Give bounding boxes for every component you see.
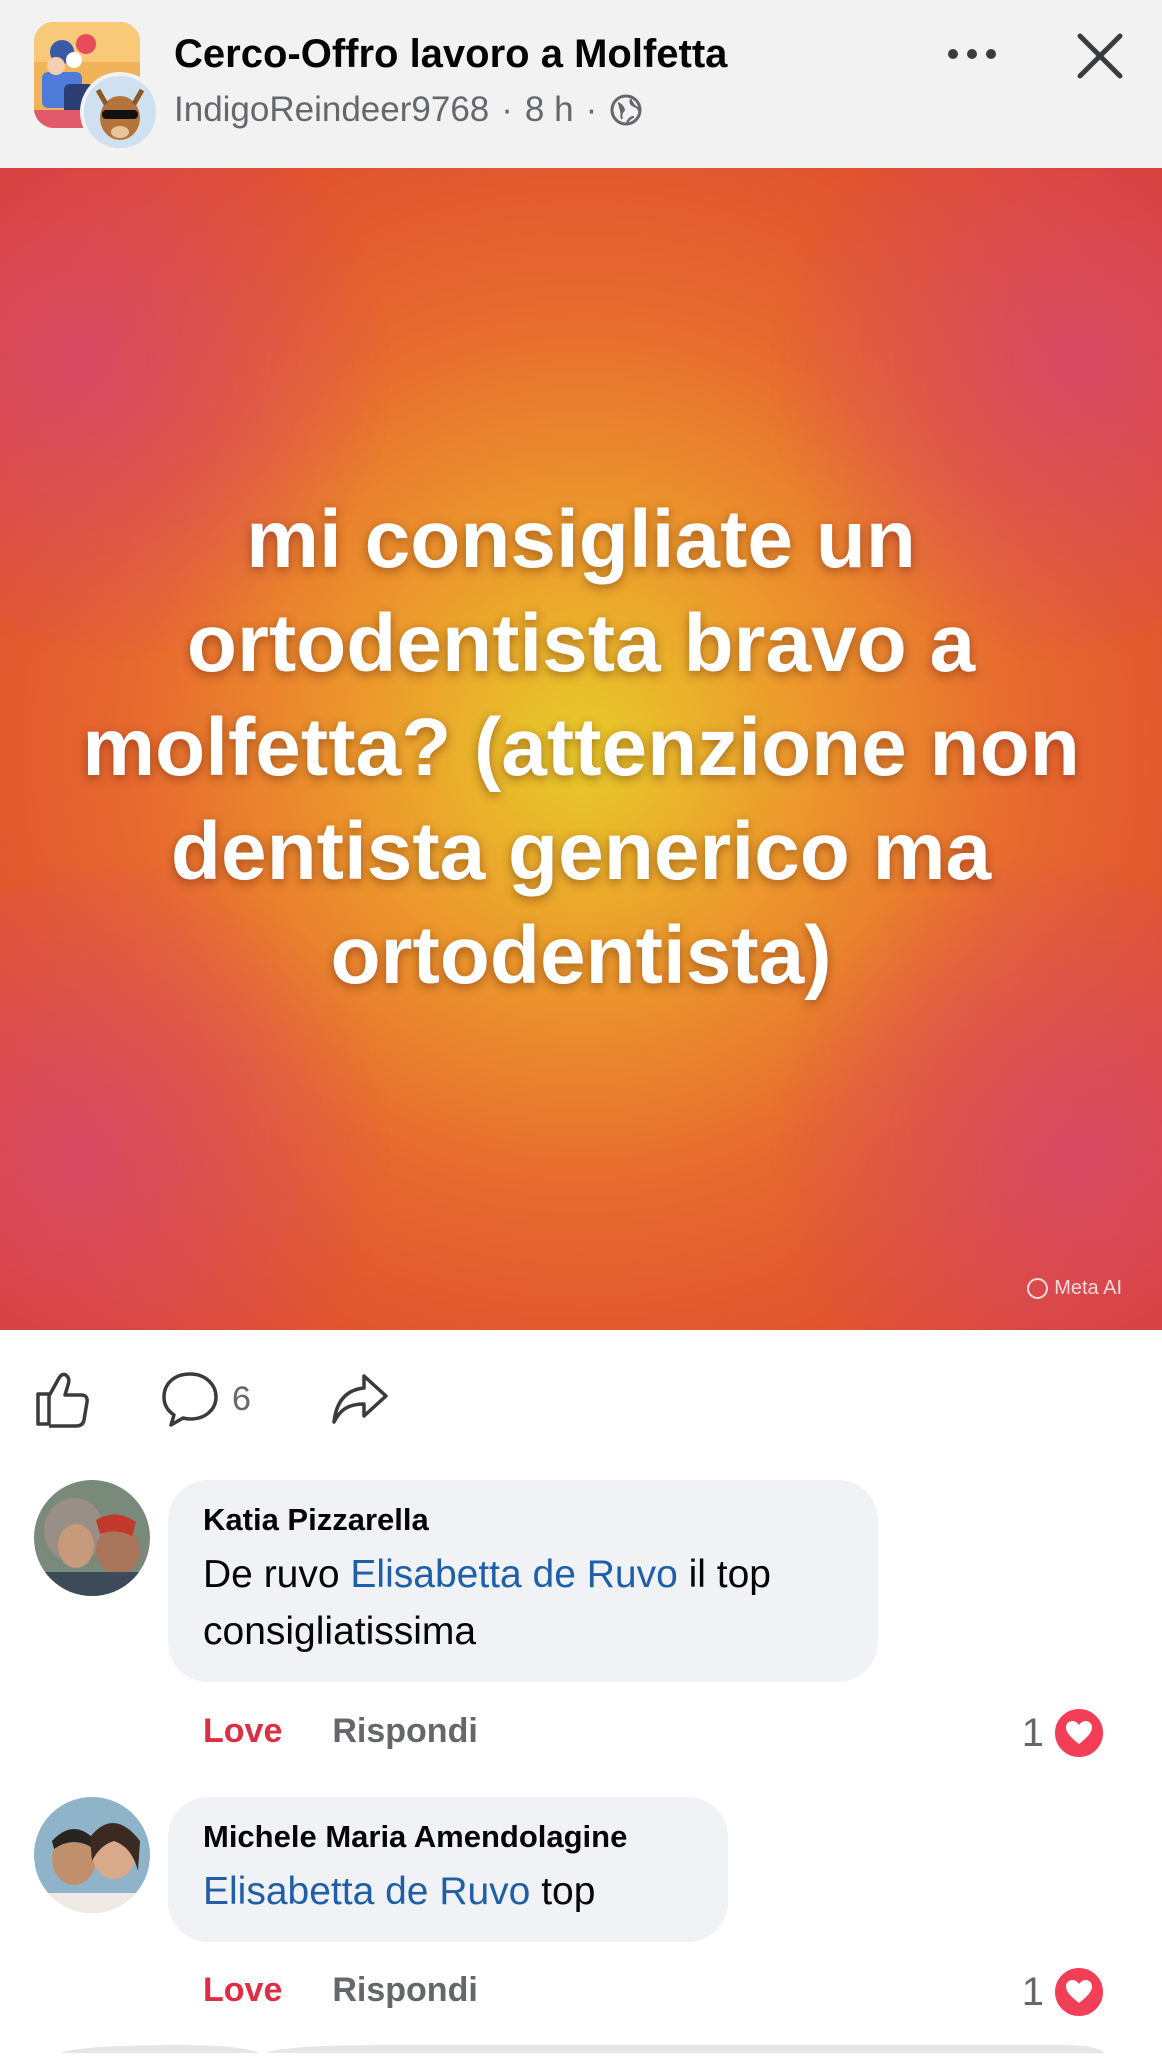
post-actions: 6 (0, 1330, 1162, 1460)
commenter-avatar[interactable] (34, 1797, 150, 1913)
post-meta: IndigoReindeer9768 · 8 h · (174, 90, 643, 130)
heart-icon (1052, 1706, 1106, 1760)
comment-text-after: top (530, 1870, 596, 1913)
reaction-summary[interactable]: 1 (1022, 1706, 1106, 1760)
reaction-count: 1 (1021, 1969, 1044, 2014)
meta-ai-icon (1027, 1278, 1049, 1299)
like-button[interactable] (34, 1370, 92, 1428)
author-avatar[interactable] (80, 72, 160, 152)
more-horizontal-icon (948, 49, 996, 59)
meta-separator: · (585, 90, 598, 129)
close-icon (1077, 33, 1123, 79)
commenter-avatar[interactable] (34, 1480, 150, 1596)
next-comment-edge (0, 2040, 1162, 2053)
love-reaction-button[interactable]: Love (203, 1971, 282, 2010)
meta-ai-label: Meta AI (1054, 1277, 1122, 1299)
globe-icon (609, 93, 643, 127)
commenter-name[interactable]: Michele Maria Amendolagine (203, 1819, 692, 1855)
comment-bubble-icon (162, 1372, 218, 1427)
comment-actions: Love Rispondi (203, 1971, 478, 2010)
reply-button[interactable]: Rispondi (332, 1712, 477, 1751)
commenter-name[interactable]: Katia Pizzarella (203, 1502, 842, 1538)
share-arrow-icon (332, 1374, 388, 1424)
comment-bubble: Michele Maria Amendolagine Elisabetta de… (168, 1797, 728, 1942)
love-reaction-button[interactable]: Love (203, 1712, 282, 1751)
comment-bubble: Katia Pizzarella De ruvo Elisabetta de R… (168, 1480, 878, 1682)
thumbs-up-icon (36, 1372, 89, 1428)
mention-link[interactable]: Elisabetta de Ruvo (203, 1870, 530, 1913)
post-time[interactable]: 8 h (525, 90, 574, 130)
reaction-count: 1 (1021, 1710, 1044, 1755)
more-options-button[interactable] (940, 26, 1004, 82)
comment-count: 6 (232, 1379, 251, 1418)
reaction-summary[interactable]: 1 (1022, 1965, 1106, 2019)
author-name[interactable]: IndigoReindeer9768 (174, 90, 489, 130)
heart-icon (1052, 1965, 1106, 2019)
comment-text-before: De ruvo (203, 1553, 351, 1596)
comment-actions: Love Rispondi (203, 1712, 478, 1751)
close-button[interactable] (1068, 26, 1132, 86)
post-image[interactable]: mi consigliate un ortodentista bravo a m… (0, 168, 1162, 1330)
share-button[interactable] (330, 1370, 390, 1428)
comment-text: De ruvo Elisabetta de Ruvo il top consig… (203, 1546, 842, 1660)
meta-separator: · (501, 90, 513, 129)
post-header: Cerco-Offro lavoro a Molfetta IndigoRein… (0, 0, 1162, 168)
group-name[interactable]: Cerco-Offro lavoro a Molfetta (174, 32, 727, 77)
meta-ai-watermark: Meta AI (1027, 1277, 1122, 1300)
reply-button[interactable]: Rispondi (332, 1971, 477, 2010)
mention-link[interactable]: Elisabetta de Ruvo (350, 1553, 677, 1596)
comment-button[interactable]: 6 (160, 1370, 251, 1428)
comment-text: Elisabetta de Ruvo top (203, 1863, 692, 1920)
post-text: mi consigliate un ortodentista bravo a m… (82, 494, 1080, 1001)
